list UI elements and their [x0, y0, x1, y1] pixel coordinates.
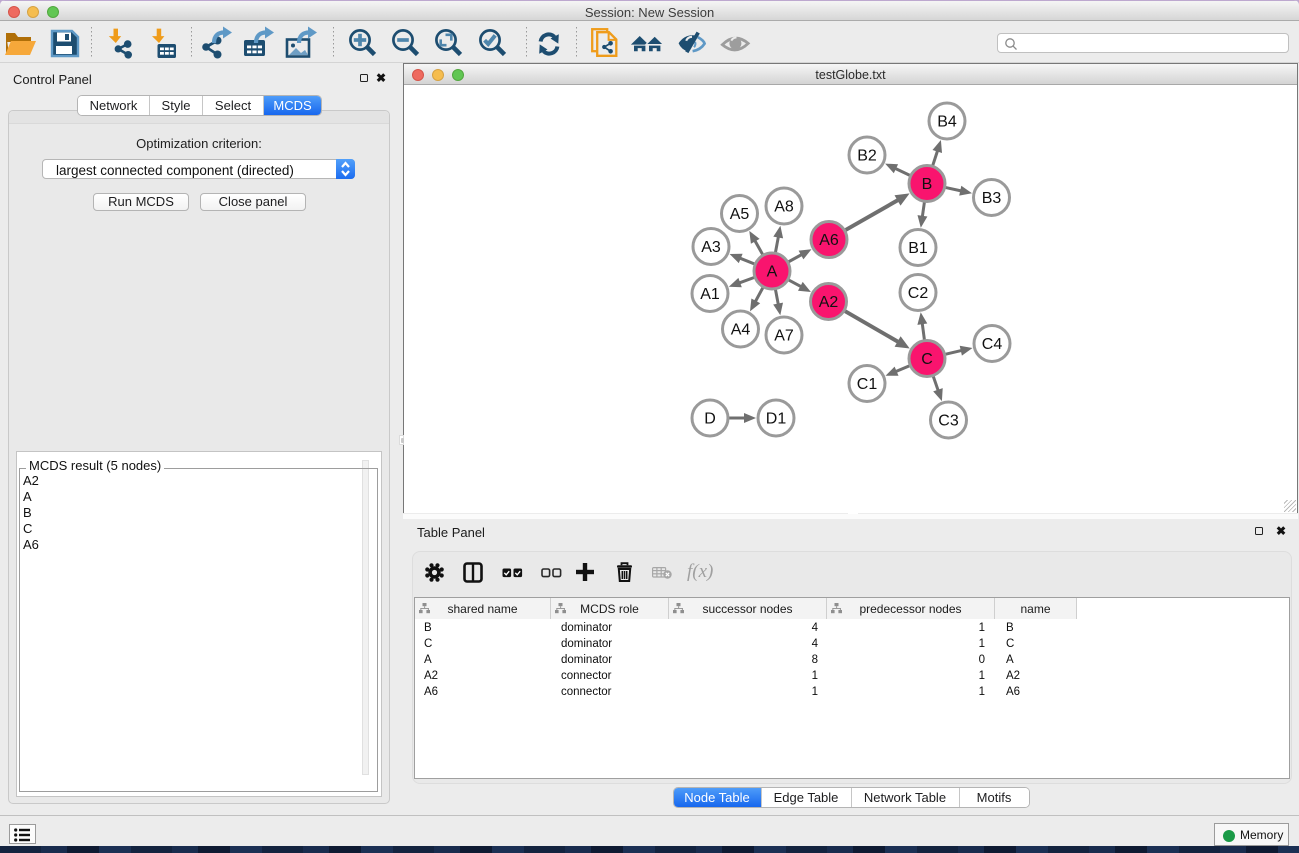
svg-text:D: D — [704, 411, 716, 428]
svg-text:A1: A1 — [700, 286, 720, 303]
svg-text:B4: B4 — [937, 114, 957, 131]
svg-text:A4: A4 — [731, 322, 751, 339]
svg-text:A2: A2 — [819, 294, 839, 311]
svg-text:B1: B1 — [908, 240, 928, 257]
svg-text:A6: A6 — [819, 232, 839, 249]
svg-text:A5: A5 — [730, 206, 750, 223]
svg-text:C4: C4 — [982, 336, 1003, 353]
svg-text:B2: B2 — [857, 148, 877, 165]
svg-text:C3: C3 — [938, 413, 959, 430]
svg-text:A: A — [767, 264, 778, 281]
svg-text:C1: C1 — [857, 376, 878, 393]
svg-text:C2: C2 — [908, 285, 929, 302]
svg-text:B: B — [922, 176, 933, 193]
svg-text:D1: D1 — [766, 411, 787, 428]
svg-text:A7: A7 — [774, 328, 794, 345]
svg-text:A8: A8 — [774, 199, 794, 216]
svg-text:A3: A3 — [701, 239, 721, 256]
svg-text:C: C — [921, 351, 933, 368]
svg-text:B3: B3 — [982, 190, 1002, 207]
